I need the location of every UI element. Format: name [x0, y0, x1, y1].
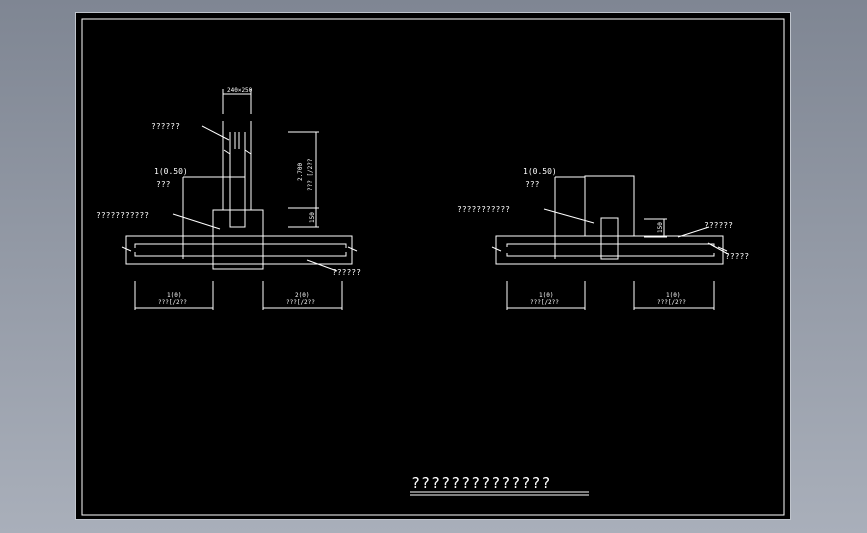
right-detail: 150 1(0.50) ??? ??????????? ?????? ?????… — [457, 167, 749, 310]
left-leader-top — [201, 125, 230, 141]
cad-drawing: 240×250 2.700 ??? [/2?? 150 ?????? 1(0.5… — [81, 18, 785, 516]
right-label-right-1: ?????? — [704, 221, 733, 230]
right-label-left: ??????????? — [457, 205, 510, 214]
left-dim-left-note: ???[/2?? — [158, 299, 187, 306]
left-slab — [125, 235, 353, 265]
left-dim-right-value: 2(0) — [295, 292, 309, 299]
left-rebar-bottom — [134, 252, 347, 257]
right-channel — [600, 217, 619, 260]
left-post-inner — [229, 132, 246, 228]
left-level-unit: ??? — [156, 180, 171, 189]
left-post-mark-l — [223, 149, 231, 155]
left-vdim-note: ??? [/2?? — [307, 158, 314, 191]
right-small-dim: 150 — [657, 222, 664, 233]
right-dim-left-value: 1(0) — [539, 292, 553, 299]
left-dim-left-value: 1(0) — [167, 292, 181, 299]
right-level-unit: ??? — [525, 180, 540, 189]
left-dim-right-note: ???[/2?? — [286, 299, 315, 306]
right-slab — [495, 235, 724, 265]
right-dim-right-note: ???[/2?? — [657, 299, 686, 306]
drawing-title: ?????????????? — [411, 474, 551, 492]
right-rebar-bottom — [506, 253, 715, 257]
right-dim-right-value: 1(0) — [666, 292, 680, 299]
right-dim-left-note: ???[/2?? — [530, 299, 559, 306]
left-label-bottom-right: ?????? — [332, 268, 361, 277]
left-small-dim: 150 — [309, 212, 316, 223]
right-label-right-2: ????? — [725, 252, 749, 261]
left-vdim-value: 2.700 — [297, 163, 304, 181]
left-post-mark-r — [244, 149, 252, 155]
right-rebar-top — [506, 243, 715, 247]
inner-frame — [81, 18, 785, 516]
left-label-top: ?????? — [151, 122, 180, 131]
right-leader-right-2 — [707, 242, 729, 255]
left-rebar-top — [134, 243, 347, 248]
right-upstand — [584, 175, 635, 237]
drawing-sheet: 240×250 2.700 ??? [/2?? 150 ?????? 1(0.5… — [75, 12, 791, 520]
left-thickened-block — [212, 209, 264, 270]
right-leader-left — [543, 208, 595, 224]
left-top-dim-text: 240×250 — [227, 87, 253, 94]
right-level-value: 1(0.50) — [523, 167, 557, 176]
left-detail: 240×250 2.700 ??? [/2?? 150 ?????? 1(0.5… — [96, 87, 361, 310]
left-level-value: 1(0.50) — [154, 167, 188, 176]
left-leader-bottom — [306, 259, 338, 272]
left-label-concrete: ??????????? — [96, 211, 149, 220]
